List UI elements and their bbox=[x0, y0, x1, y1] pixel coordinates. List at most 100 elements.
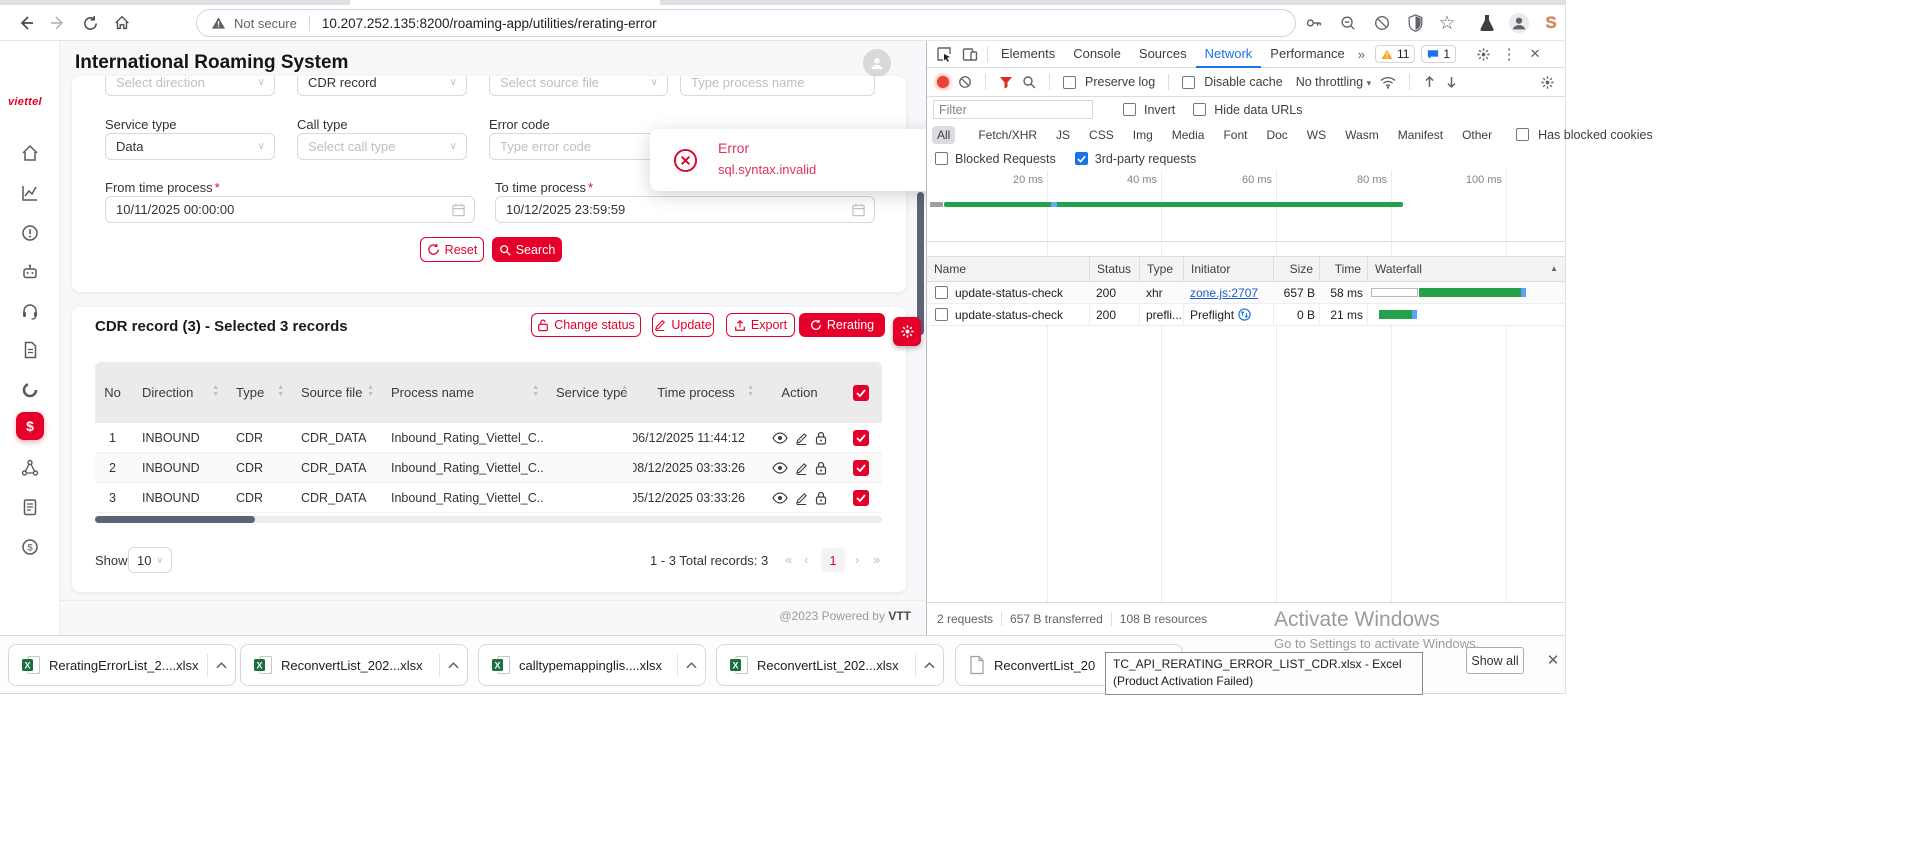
device-toolbar-icon[interactable] bbox=[957, 43, 983, 65]
content-blocked-icon[interactable] bbox=[1371, 12, 1393, 34]
column-initiator[interactable]: Initiator bbox=[1183, 257, 1273, 281]
request-checkbox[interactable] bbox=[935, 286, 948, 299]
sort-icon[interactable]: ▲▼ bbox=[747, 384, 754, 398]
service-type-select[interactable]: Data ∨ bbox=[105, 133, 275, 160]
header-source-file[interactable]: Source file▲▼ bbox=[289, 362, 379, 423]
inspect-element-icon[interactable] bbox=[931, 43, 957, 65]
sidebar-home-icon[interactable] bbox=[20, 143, 40, 163]
resource-filter-other[interactable]: Other bbox=[1457, 126, 1497, 144]
profile-avatar[interactable] bbox=[1508, 12, 1530, 34]
select-all-checkbox[interactable] bbox=[853, 385, 869, 401]
security-label[interactable]: Not secure bbox=[234, 16, 297, 31]
sidebar-bot-icon[interactable] bbox=[20, 262, 40, 282]
blocked-requests-checkbox[interactable] bbox=[935, 152, 948, 165]
column-waterfall[interactable]: Waterfall▲ bbox=[1367, 257, 1566, 281]
has-blocked-cookies-checkbox[interactable] bbox=[1516, 128, 1529, 141]
devtools-tab-performance[interactable]: Performance bbox=[1261, 41, 1353, 68]
column-type[interactable]: Type bbox=[1139, 257, 1183, 281]
resource-filter-img[interactable]: Img bbox=[1128, 126, 1158, 144]
reload-icon[interactable] bbox=[78, 11, 102, 35]
preserve-log-checkbox[interactable] bbox=[1063, 76, 1076, 89]
header-direction[interactable]: Direction▲▼ bbox=[130, 362, 224, 423]
network-filter-input[interactable] bbox=[933, 100, 1093, 119]
download-item[interactable]: XReconvertList_202...xlsx bbox=[240, 644, 468, 686]
zoom-out-icon[interactable] bbox=[1337, 12, 1359, 34]
resource-filter-doc[interactable]: Doc bbox=[1261, 126, 1292, 144]
download-item[interactable]: Xcalltypemappinglis....xlsx bbox=[478, 644, 706, 686]
pager-last[interactable]: » bbox=[873, 552, 880, 567]
issues-badge[interactable]: 1 bbox=[1421, 45, 1456, 63]
error-code-input[interactable]: Type error code bbox=[489, 133, 668, 160]
url-text[interactable]: 10.207.252.135:8200/roaming-app/utilitie… bbox=[322, 16, 657, 31]
sort-icon[interactable]: ▲▼ bbox=[277, 384, 284, 398]
pager-first[interactable]: « bbox=[785, 552, 792, 567]
resource-filter-font[interactable]: Font bbox=[1218, 126, 1252, 144]
network-request-row[interactable]: update-status-check200xhrzone.js:2707657… bbox=[927, 282, 1565, 304]
back-icon[interactable] bbox=[14, 11, 38, 35]
search-button[interactable]: Search bbox=[492, 237, 562, 262]
network-settings-icon[interactable] bbox=[1540, 75, 1555, 90]
view-icon[interactable] bbox=[772, 432, 788, 444]
disable-cache-checkbox[interactable] bbox=[1182, 76, 1195, 89]
sidebar-item-revenue-active[interactable]: $ bbox=[16, 412, 44, 440]
request-initiator[interactable]: Preflight bbox=[1190, 304, 1272, 326]
horizontal-scrollbar-track[interactable] bbox=[95, 516, 882, 523]
resource-filter-fetch-xhr[interactable]: Fetch/XHR bbox=[973, 126, 1042, 144]
resource-filter-media[interactable]: Media bbox=[1167, 126, 1210, 144]
page-size-select[interactable]: 10 ∨ bbox=[128, 547, 172, 573]
request-checkbox[interactable] bbox=[935, 308, 948, 321]
forward-icon[interactable] bbox=[46, 11, 70, 35]
sort-icon[interactable]: ▲▼ bbox=[532, 384, 539, 398]
resource-filter-wasm[interactable]: Wasm bbox=[1340, 126, 1384, 144]
request-initiator[interactable]: zone.js:2707 bbox=[1190, 282, 1272, 304]
show-all-downloads-button[interactable]: Show all bbox=[1466, 647, 1524, 674]
sidebar-network-icon[interactable] bbox=[20, 458, 40, 478]
row-checkbox[interactable] bbox=[853, 490, 869, 506]
header-type[interactable]: Type▲▼ bbox=[224, 362, 289, 423]
pager-prev[interactable]: ‹ bbox=[804, 552, 808, 567]
from-time-input[interactable]: 10/11/2025 00:00:00 bbox=[105, 196, 475, 223]
shield-icon[interactable] bbox=[1404, 12, 1426, 34]
user-avatar[interactable] bbox=[863, 49, 891, 77]
header-no[interactable]: No bbox=[95, 362, 130, 423]
sort-icon[interactable]: ▲▼ bbox=[367, 384, 374, 398]
header-select-all[interactable] bbox=[840, 362, 882, 423]
hide-data-urls-checkbox[interactable] bbox=[1193, 103, 1206, 116]
invert-checkbox[interactable] bbox=[1123, 103, 1136, 116]
view-icon[interactable] bbox=[772, 462, 788, 474]
download-menu-chevron-icon[interactable] bbox=[686, 662, 697, 669]
devtools-tab-console[interactable]: Console bbox=[1064, 41, 1130, 68]
record-type-select[interactable]: CDR record ∨ bbox=[297, 76, 467, 96]
pager-page-1[interactable]: 1 bbox=[821, 548, 845, 572]
view-icon[interactable] bbox=[772, 492, 788, 504]
column-status[interactable]: Status bbox=[1089, 257, 1139, 281]
sidebar-support-icon[interactable] bbox=[20, 301, 40, 321]
table-row[interactable]: 3INBOUNDCDRCDR_DATAInbound_Rating_Viette… bbox=[95, 483, 882, 513]
import-har-icon[interactable] bbox=[1423, 75, 1436, 89]
resource-filter-js[interactable]: JS bbox=[1051, 126, 1075, 144]
more-tabs-icon[interactable]: » bbox=[1354, 47, 1369, 62]
clear-icon[interactable] bbox=[958, 75, 972, 89]
export-har-icon[interactable] bbox=[1445, 75, 1458, 89]
table-row[interactable]: 1INBOUNDCDRCDR_DATAInbound_Rating_Viette… bbox=[95, 423, 882, 453]
row-checkbox[interactable] bbox=[853, 430, 869, 446]
settings-fab[interactable] bbox=[893, 317, 921, 346]
sidebar-alert-icon[interactable] bbox=[20, 223, 40, 243]
sidebar-document-icon[interactable] bbox=[20, 340, 40, 360]
shelf-close-icon[interactable]: ✕ bbox=[1542, 649, 1564, 671]
download-item[interactable]: XReratingErrorList_2....xlsx bbox=[8, 644, 236, 686]
warnings-badge[interactable]: 11 bbox=[1375, 45, 1415, 63]
app-vertical-scrollbar[interactable] bbox=[917, 192, 924, 335]
sidebar-donut-chart-icon[interactable] bbox=[20, 380, 40, 400]
filter-icon[interactable] bbox=[999, 76, 1013, 89]
column-time[interactable]: Time bbox=[1319, 257, 1367, 281]
sort-icon[interactable]: ▲▼ bbox=[212, 384, 219, 398]
header-service-type[interactable]: Service type▲▼ bbox=[544, 362, 633, 423]
resource-filter-manifest[interactable]: Manifest bbox=[1393, 126, 1448, 144]
table-row[interactable]: 2INBOUNDCDRCDR_DATAInbound_Rating_Viette… bbox=[95, 453, 882, 483]
network-request-row[interactable]: update-status-check200prefli...Preflight… bbox=[927, 304, 1565, 326]
devtools-tab-network[interactable]: Network bbox=[1196, 41, 1262, 68]
sidebar-chart-icon[interactable] bbox=[20, 183, 40, 203]
download-menu-chevron-icon[interactable] bbox=[448, 662, 459, 669]
home-icon[interactable] bbox=[110, 11, 134, 35]
